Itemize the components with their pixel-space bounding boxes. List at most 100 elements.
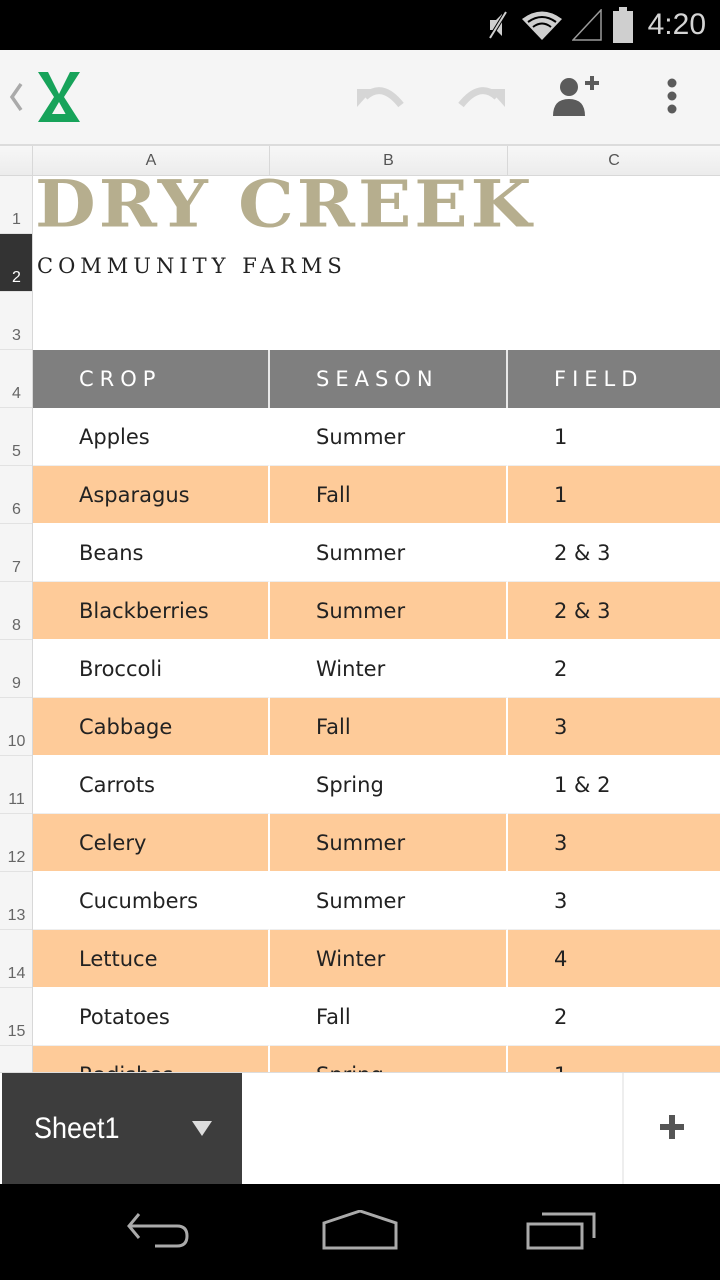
- row-headers: 12345678910111213141516: [0, 176, 33, 1072]
- cell-crop[interactable]: Broccoli: [33, 640, 270, 698]
- system-nav-bar: [0, 1184, 720, 1280]
- row-header-8[interactable]: 8: [0, 582, 32, 640]
- row-header-6[interactable]: 6: [0, 466, 32, 524]
- row-header-9[interactable]: 9: [0, 640, 32, 698]
- wifi-icon: [521, 10, 562, 40]
- header-cell-crop[interactable]: CROP: [33, 350, 270, 408]
- column-header-b[interactable]: B: [270, 146, 508, 176]
- clock: 4:20: [647, 8, 706, 41]
- dropdown-caret-icon[interactable]: [192, 1121, 212, 1136]
- cell-crop[interactable]: Lettuce: [33, 930, 270, 988]
- cell-season[interactable]: Winter: [270, 640, 508, 698]
- cell-field[interactable]: 1: [508, 466, 720, 524]
- recents-icon: [526, 1210, 598, 1254]
- row-header-4[interactable]: 4: [0, 350, 32, 408]
- home-icon: [322, 1209, 398, 1254]
- undo-button[interactable]: [352, 68, 412, 128]
- row-header-11[interactable]: 11: [0, 756, 32, 814]
- sheet-tab-name: Sheet1: [34, 1112, 120, 1145]
- cell-field[interactable]: 3: [508, 814, 720, 872]
- cell-season[interactable]: Spring: [270, 1046, 508, 1072]
- cell-field[interactable]: 1 & 2: [508, 756, 720, 814]
- row-header-2[interactable]: 2: [0, 234, 32, 292]
- cell-field[interactable]: 2 & 3: [508, 582, 720, 640]
- sheet-subtitle[interactable]: COMMUNITY FARMS: [37, 254, 347, 278]
- cell-field[interactable]: 3: [508, 698, 720, 756]
- cell-field[interactable]: 2 & 3: [508, 524, 720, 582]
- cell-crop[interactable]: Apples: [33, 408, 270, 466]
- cell-season[interactable]: Summer: [270, 524, 508, 582]
- column-header-c[interactable]: C: [508, 146, 720, 176]
- cell-season[interactable]: Summer: [270, 814, 508, 872]
- plus-icon: [660, 1115, 684, 1143]
- table-row: Broccoli Winter 2: [33, 640, 720, 698]
- row-header-16[interactable]: 16: [0, 1046, 32, 1072]
- nav-back-button[interactable]: [110, 1204, 210, 1260]
- cell-season[interactable]: Fall: [270, 466, 508, 524]
- table-row: Apples Summer 1: [33, 408, 720, 466]
- row-header-13[interactable]: 13: [0, 872, 32, 930]
- app-toolbar: [0, 50, 720, 146]
- row-header-14[interactable]: 14: [0, 930, 32, 988]
- cell-crop[interactable]: Beans: [33, 524, 270, 582]
- cell-crop[interactable]: Potatoes: [33, 988, 270, 1046]
- cell-crop[interactable]: Carrots: [33, 756, 270, 814]
- row-header-12[interactable]: 12: [0, 814, 32, 872]
- table-row: RadishesSpring1: [33, 1046, 720, 1072]
- battery-icon: [612, 7, 634, 43]
- cell-season[interactable]: Winter: [270, 930, 508, 988]
- cell-field[interactable]: 4: [508, 930, 720, 988]
- cell-field[interactable]: 1: [508, 1046, 720, 1072]
- nav-home-button[interactable]: [310, 1204, 410, 1260]
- column-header-a[interactable]: A: [33, 146, 270, 176]
- cell-season[interactable]: Spring: [270, 756, 508, 814]
- row-header-10[interactable]: 10: [0, 698, 32, 756]
- table-row: Asparagus Fall 1: [33, 466, 720, 524]
- cell-season[interactable]: Summer: [270, 582, 508, 640]
- cell-crop[interactable]: Cabbage: [33, 698, 270, 756]
- chevron-left-icon[interactable]: [8, 80, 24, 118]
- excel-logo-icon[interactable]: [34, 72, 80, 126]
- signal-icon: [571, 9, 602, 41]
- redo-button[interactable]: [450, 68, 510, 128]
- cell-crop[interactable]: Cucumbers: [33, 872, 270, 930]
- cell-season[interactable]: Fall: [270, 698, 508, 756]
- add-person-icon: [551, 76, 601, 120]
- more-options-button[interactable]: [642, 68, 702, 128]
- table-header-row: CROP SEASON FIELD: [33, 350, 720, 408]
- cell-season[interactable]: Fall: [270, 988, 508, 1046]
- table-row: Potatoes Fall 2: [33, 988, 720, 1046]
- sheet-title[interactable]: DRY CREEK: [35, 176, 535, 242]
- row-header-1[interactable]: 1: [0, 176, 32, 234]
- row-header-3[interactable]: 3: [0, 292, 32, 350]
- row-header-5[interactable]: 5: [0, 408, 32, 466]
- cell-field[interactable]: 3: [508, 872, 720, 930]
- select-all-corner[interactable]: [0, 146, 33, 176]
- table-row: Lettuce Winter 4: [33, 930, 720, 988]
- table-row: Cucumbers Summer 3: [33, 872, 720, 930]
- cell-field[interactable]: 2: [508, 988, 720, 1046]
- column-headers: A B C: [0, 146, 720, 176]
- add-sheet-button[interactable]: [622, 1073, 720, 1185]
- nav-recents-button[interactable]: [512, 1204, 612, 1260]
- cell-field[interactable]: 1: [508, 408, 720, 466]
- header-cell-season[interactable]: SEASON: [270, 350, 508, 408]
- back-icon: [125, 1210, 195, 1254]
- cell-crop[interactable]: Blackberries: [33, 582, 270, 640]
- table-row: Beans Summer 2 & 3: [33, 524, 720, 582]
- status-bar: 4:20: [0, 0, 720, 50]
- sheet-tab-active[interactable]: Sheet1: [2, 1073, 242, 1185]
- cell-crop[interactable]: Celery: [33, 814, 270, 872]
- share-button[interactable]: [546, 68, 606, 128]
- cell-field[interactable]: 2: [508, 640, 720, 698]
- spreadsheet-grid[interactable]: DRY CREEK COMMUNITY FARMS CROP SEASON FI…: [33, 176, 720, 1072]
- header-cell-field[interactable]: FIELD: [508, 350, 720, 408]
- cell-crop[interactable]: Asparagus: [33, 466, 270, 524]
- cell-crop[interactable]: Radishes: [33, 1046, 270, 1072]
- row-header-7[interactable]: 7: [0, 524, 32, 582]
- row-header-15[interactable]: 15: [0, 988, 32, 1046]
- table-row: Cabbage Fall 3: [33, 698, 720, 756]
- undo-icon: [357, 81, 407, 115]
- cell-season[interactable]: Summer: [270, 408, 508, 466]
- cell-season[interactable]: Summer: [270, 872, 508, 930]
